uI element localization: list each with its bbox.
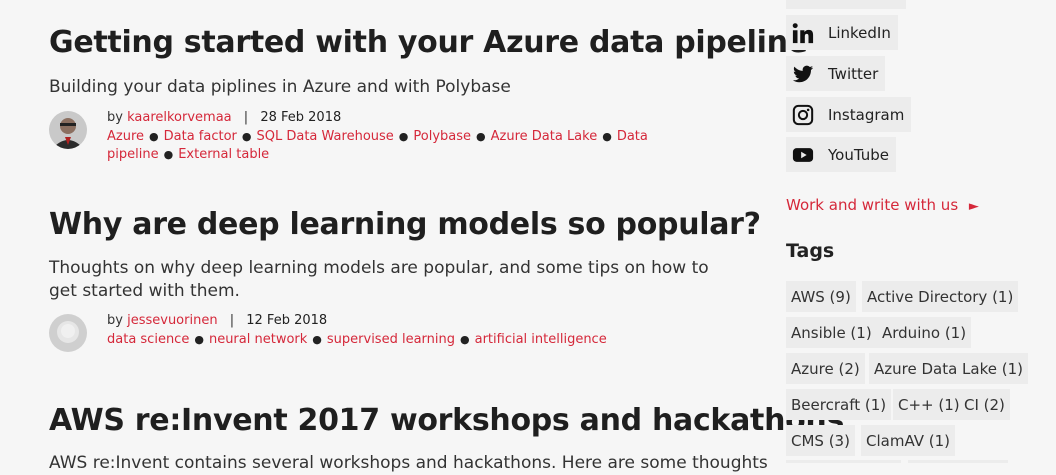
twitter-icon [792, 65, 814, 82]
post-date: 28 Feb 2018 [260, 110, 342, 125]
post-card: Why are deep learning models so popular?… [49, 207, 761, 352]
tag-button[interactable]: Azure Data Lake (1) [869, 353, 1029, 384]
tag-button[interactable]: Arduino (1) [877, 317, 972, 348]
tag-link[interactable]: neural network [209, 332, 307, 347]
post-date: 12 Feb 2018 [246, 313, 328, 328]
tag-button[interactable]: Azure (2) [786, 353, 865, 384]
tag-list: Azure ● Data factor ● SQL Data Warehouse ● Pol… [107, 128, 739, 164]
post-description: AWS re:Invent contains several workshops… [49, 453, 768, 473]
tag-link[interactable]: Azure Data Lake [491, 129, 598, 144]
bullet-icon: ● [163, 148, 174, 161]
work-link-label: Work and write with us [786, 196, 959, 214]
instagram-icon [792, 104, 814, 125]
tag-link[interactable]: External table [178, 147, 269, 162]
social-label: Instagram [828, 105, 905, 124]
bullet-icon: ● [149, 130, 159, 143]
work-with-us-link[interactable]: Work and write with us ► [786, 196, 979, 214]
social-link-linkedin[interactable]: LinkedIn [786, 15, 898, 50]
bullet-icon: ● [241, 130, 252, 143]
post-card: Getting started with your Azure data pip… [49, 25, 808, 164]
post-meta: by jessevuorinen | 12 Feb 2018 data scie… [49, 312, 739, 352]
post-title[interactable]: AWS re:Invent 2017 workshops and hackath… [49, 403, 844, 438]
tag-button[interactable]: Beercraft (1) [786, 389, 892, 420]
tag-link[interactable]: Polybase [413, 129, 471, 144]
by-label: by [107, 110, 123, 125]
tag-link[interactable]: supervised learning [327, 332, 455, 347]
separator: | [229, 313, 235, 328]
bullet-icon: ● [476, 130, 486, 143]
tag-button[interactable]: CI (2) [959, 389, 1010, 420]
bullet-icon: ● [312, 333, 322, 346]
post-title[interactable]: Getting started with your Azure data pip… [49, 25, 808, 60]
tag-list: data science ● neural network ● supervised l… [107, 331, 739, 349]
avatar[interactable] [49, 314, 87, 352]
tag-button[interactable]: C++ (1) [893, 389, 965, 420]
tag-link[interactable]: Data factor [164, 129, 237, 144]
post-card: AWS re:Invent 2017 workshops and hackath… [49, 403, 844, 475]
post-title[interactable]: Why are deep learning models so popular? [49, 207, 761, 242]
avatar[interactable] [49, 111, 87, 149]
linkedin-icon [792, 22, 814, 43]
social-link-instagram[interactable]: Instagram [786, 97, 912, 132]
bullet-icon: ● [602, 130, 612, 143]
tag-button[interactable]: Ansible (1) [786, 317, 877, 348]
bullet-icon: ● [460, 333, 470, 346]
social-link-twitter[interactable]: Twitter [786, 56, 886, 91]
tag-button[interactable]: AWS (9) [786, 281, 856, 312]
tags-heading: Tags [786, 240, 835, 262]
tag-link[interactable]: artificial intelligence [475, 332, 607, 347]
social-label: Twitter [828, 64, 879, 83]
separator: | [243, 110, 249, 125]
post-description: Building your data piplines in Azure and… [49, 77, 511, 97]
tag-link[interactable]: Azure [107, 129, 144, 144]
tag-link[interactable]: data science [107, 332, 189, 347]
author-link[interactable]: jessevuorinen [127, 313, 217, 328]
social-label: YouTube [828, 145, 889, 164]
post-meta: by kaarelkorvemaa | 28 Feb 2018 Azure ● Da… [49, 109, 739, 164]
bullet-icon: ● [398, 130, 409, 143]
tag-link[interactable]: SQL Data Warehouse [257, 129, 394, 144]
bullet-icon: ● [194, 333, 204, 346]
tag-button[interactable]: CMS (3) [786, 425, 855, 456]
author-link[interactable]: kaarelkorvemaa [127, 110, 232, 125]
post-description: Thoughts on why deep learning models are… [49, 258, 709, 301]
social-button-partial[interactable] [786, 0, 906, 9]
arrow-right-icon: ► [968, 199, 979, 214]
by-label: by [107, 313, 123, 328]
tag-button[interactable]: Active Directory (1) [862, 281, 1019, 312]
social-link-youtube[interactable]: YouTube [786, 137, 896, 172]
youtube-icon [792, 147, 814, 162]
tag-button[interactable]: ClamAV (1) [861, 425, 956, 456]
social-label: LinkedIn [828, 23, 891, 42]
